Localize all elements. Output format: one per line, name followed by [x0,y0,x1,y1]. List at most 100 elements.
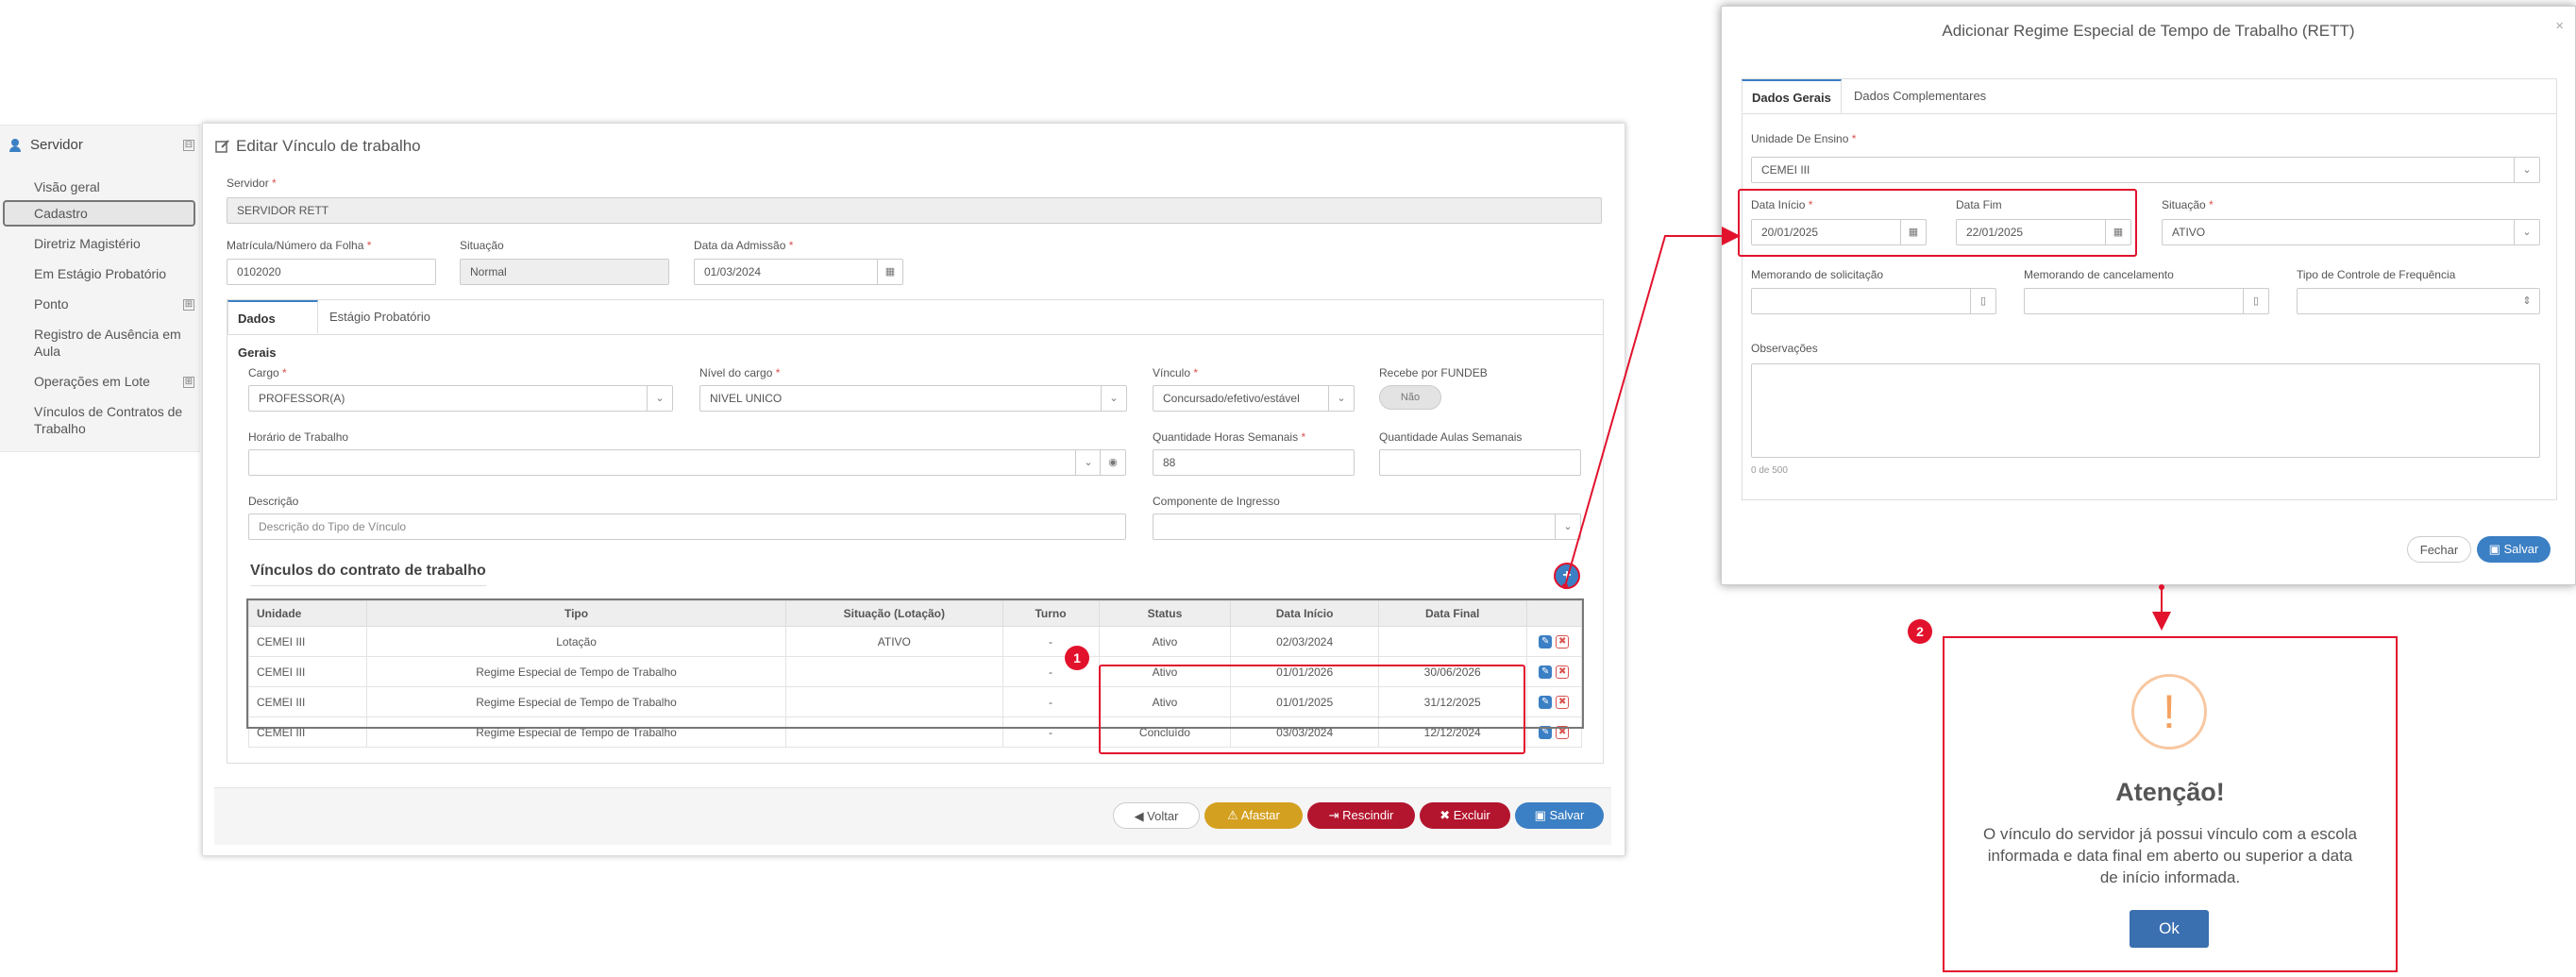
salvar-label: Salvar [1549,808,1585,822]
edit-icon[interactable]: ✎ [1539,665,1553,679]
nivel-select[interactable]: NIVEL UNICO ⌄ [699,385,1127,412]
horario-label: Horário de Trabalho [248,430,349,444]
cell-unidade: CEMEI III [248,716,367,748]
admissao-date-field[interactable]: 01/03/2024 ▦ [694,259,903,285]
annotation-box-dates [1738,189,2137,257]
add-rett-button[interactable]: + [1554,563,1580,589]
sidebar-item-visao-geral[interactable]: Visão geral [34,178,193,195]
file-icon[interactable]: ▯ [2243,289,2268,313]
sidebar-header-label: Servidor [30,137,83,153]
vinculo-select[interactable]: Concursado/efetivo/estável ⌄ [1153,385,1355,412]
matricula-label: Matrícula/Número da Folha * [227,239,372,252]
expand-icon[interactable]: ⊞ [183,377,194,388]
edit-icon[interactable]: ✎ [1539,725,1553,739]
voltar-label: Voltar [1147,809,1179,823]
col-unidade[interactable]: Unidade [248,600,367,627]
sidebar-item-estagio-probatorio[interactable]: Em Estágio Probatório [34,265,193,282]
collapse-icon[interactable]: ⊟ [183,140,194,151]
salvar-button[interactable]: ▣ Salvar [1515,802,1604,829]
nivel-label-text: Nível do cargo [699,366,773,379]
servidor-field[interactable]: SERVIDOR RETT [227,197,1602,224]
modal-tabs: Dados Gerais Dados Complementares [1742,79,2556,114]
sidebar-item-diretriz-magisterio[interactable]: Diretriz Magistério [34,235,193,252]
col-actions [1525,600,1582,627]
trash-icon[interactable]: ✖ [1556,695,1570,709]
fundeb-toggle[interactable]: Não [1379,385,1441,410]
edit-vinculo-panel: Editar Vínculo de trabalho Servidor * SE… [202,123,1625,856]
annotation-badge-2: 2 [1908,619,1932,644]
file-icon[interactable]: ▯ [1970,289,1995,313]
admissao-label-text: Data da Admissão [694,239,786,252]
horario-select[interactable]: ⌄ ◉ [248,449,1126,476]
horas-label: Quantidade Horas Semanais * [1153,430,1306,444]
modal-situacao-label-text: Situação [2162,198,2206,211]
situacao-field: Normal [460,259,669,285]
annotation-box-1 [1099,665,1525,754]
ok-button[interactable]: Ok [2130,910,2209,948]
cell-turno: - [1002,686,1100,717]
excluir-label: Excluir [1453,808,1490,822]
modal-situacao-select[interactable]: ATIVO ⌄ [2162,219,2540,245]
descricao-field[interactable]: Descrição do Tipo de Vínculo [248,514,1126,540]
tab-dados-complementares[interactable]: Dados Complementares [1844,79,2005,113]
vinculo-label-text: Vínculo [1153,366,1191,379]
trash-icon[interactable]: ✖ [1556,634,1570,649]
afastar-button[interactable]: ⚠ Afastar [1204,802,1303,829]
edit-icon[interactable]: ✎ [1539,634,1553,649]
trash-icon[interactable]: ✖ [1556,665,1570,679]
memo-solicitacao-field[interactable]: ▯ [1751,288,1996,314]
sidebar-item-cadastro[interactable]: Cadastro [3,200,195,227]
col-data-final[interactable]: Data Final [1377,600,1527,627]
memo-cancelamento-field[interactable]: ▯ [2024,288,2269,314]
componente-select[interactable]: ⌄ [1153,514,1581,540]
observacoes-counter: 0 de 500 [1751,465,1788,476]
sidebar-item-registro-ausencia[interactable]: Registro de Ausência em Aula [34,326,193,360]
admissao-label: Data da Admissão * [694,239,794,252]
chevron-down-icon: ⌄ [1555,514,1580,539]
modal-salvar-button[interactable]: ▣ Salvar [2477,536,2551,563]
tab-dados-gerais[interactable]: Dados Gerais [227,300,318,360]
servidor-label: Servidor * [227,177,277,190]
col-turno[interactable]: Turno [1002,600,1100,627]
expand-icon[interactable]: ⊞ [183,299,194,311]
eye-icon[interactable]: ◉ [1100,450,1125,475]
cell-situacao [785,686,1003,717]
rescindir-button[interactable]: ⇥ Rescindir [1307,802,1415,829]
col-tipo[interactable]: Tipo [365,600,787,627]
cargo-label-text: Cargo [248,366,279,379]
horas-field[interactable]: 88 [1153,449,1355,476]
sidebar-header[interactable]: Servidor [9,137,83,153]
observacoes-textarea[interactable] [1751,363,2540,458]
sidebar-item-operacoes-lote[interactable]: Operações em Lote [34,373,193,390]
controle-frequencia-select[interactable]: ⇕ [2297,288,2540,314]
col-data-inicio[interactable]: Data Início [1230,600,1379,627]
user-icon [9,138,21,152]
edit-icon[interactable]: ✎ [1539,695,1553,709]
cargo-select[interactable]: PROFESSOR(A) ⌄ [248,385,673,412]
updown-icon: ⇕ [2522,295,2532,307]
voltar-button[interactable]: ◀ Voltar [1113,802,1200,829]
cell-unidade: CEMEI III [248,686,367,717]
tab-dados-gerais[interactable]: Dados Gerais [1742,79,1842,113]
tab-estagio-probatorio[interactable]: Estágio Probatório [320,300,443,334]
close-icon[interactable]: × [2555,18,2564,34]
unidade-select[interactable]: CEMEI III ⌄ [1751,157,2540,183]
chevron-down-icon: ⌄ [647,386,672,411]
cell-situacao [785,656,1003,687]
matricula-field[interactable]: 0102020 [227,259,436,285]
calendar-icon[interactable]: ▦ [877,260,902,284]
sidebar-item-ponto[interactable]: Ponto [34,295,193,312]
sidebar-item-vinculos-contratos[interactable]: Vínculos de Contratos de Trabalho [34,403,193,437]
vinculo-tabs: Dados Gerais Estágio Probatório [227,300,1603,360]
excluir-button[interactable]: ✖ Excluir [1420,802,1510,829]
observacoes-label: Observações [1751,342,1818,355]
aulas-field[interactable] [1379,449,1581,476]
col-status[interactable]: Status [1098,600,1232,627]
modal-situacao-value: ATIVO [2172,226,2206,239]
cell-turno: - [1002,716,1100,748]
trash-icon[interactable]: ✖ [1556,725,1570,739]
chevron-down-icon: ⌄ [1075,450,1101,475]
cell-tipo: Regime Especial de Tempo de Trabalho [365,656,787,687]
col-situacao[interactable]: Situação (Lotação) [785,600,1003,627]
fechar-button[interactable]: Fechar [2407,536,2471,563]
